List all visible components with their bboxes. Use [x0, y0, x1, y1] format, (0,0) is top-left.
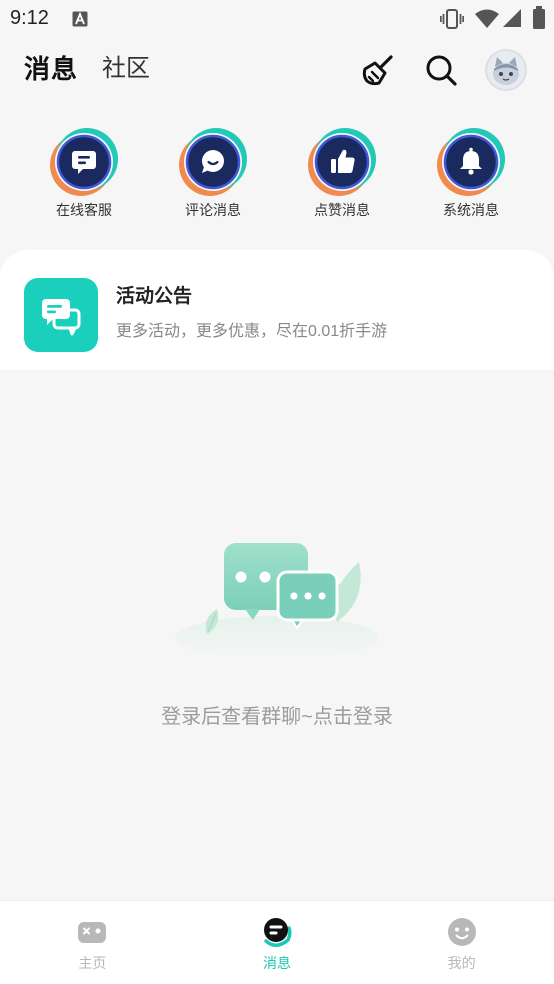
nav-label: 主页: [78, 955, 107, 971]
quick-action-label: 系统消息: [443, 202, 499, 218]
avatar-cat-icon: [493, 57, 519, 85]
nav-label: 消息: [263, 955, 291, 971]
chat-bubbles-icon: [42, 299, 81, 336]
quick-action-label: 点赞消息: [314, 202, 370, 218]
announcement-card[interactable]: 活动公告 更多活动，更多优惠，尽在0.01折手游: [0, 250, 554, 370]
customer-service-icon: [50, 128, 118, 196]
bottom-nav: 主页 消息 我的: [0, 900, 554, 984]
nav-item-mine[interactable]: 我的: [369, 901, 554, 984]
status-time: 9:12: [10, 7, 49, 29]
bell-icon: [437, 128, 505, 196]
signal-icon: [503, 9, 521, 27]
notification-a-icon: [72, 11, 88, 27]
announcement-subtitle: 更多活动，更多优惠，尽在0.01折手游: [116, 323, 388, 340]
announcement-icon-tile: [24, 278, 98, 352]
status-bar: 9:12: [0, 0, 554, 36]
broom-icon[interactable]: [361, 53, 395, 87]
battery-icon: [533, 6, 545, 29]
header: [0, 36, 554, 106]
search-icon[interactable]: [424, 53, 458, 87]
comment-icon: [179, 128, 247, 196]
nav-item-home[interactable]: 主页: [0, 901, 185, 984]
vibrate-icon: [440, 9, 464, 29]
wifi-icon: [475, 9, 499, 28]
quick-action-customer-service[interactable]: 在线客服: [29, 127, 139, 219]
avatar[interactable]: [485, 49, 527, 91]
tab-community[interactable]: 社区: [102, 52, 150, 86]
quick-action-label: 在线客服: [56, 202, 112, 218]
gamepad-icon: [78, 922, 107, 943]
nav-item-messages[interactable]: 消息: [185, 901, 370, 984]
announcement-title: 活动公告: [116, 286, 193, 307]
chat-bubbles-illustration: [175, 543, 379, 660]
nav-label: 我的: [447, 955, 476, 971]
login-prompt-link[interactable]: 登录后查看群聊~点击登录: [0, 704, 554, 730]
tab-messages[interactable]: 消息: [24, 52, 78, 86]
smiley-icon: [447, 918, 476, 946]
quick-action-likes[interactable]: 点赞消息: [287, 127, 397, 219]
quick-action-comments[interactable]: 评论消息: [158, 127, 268, 219]
quick-action-label: 评论消息: [185, 202, 241, 218]
thumbs-up-icon: [308, 128, 376, 196]
quick-action-system[interactable]: 系统消息: [416, 127, 526, 219]
message-icon: [264, 918, 292, 947]
